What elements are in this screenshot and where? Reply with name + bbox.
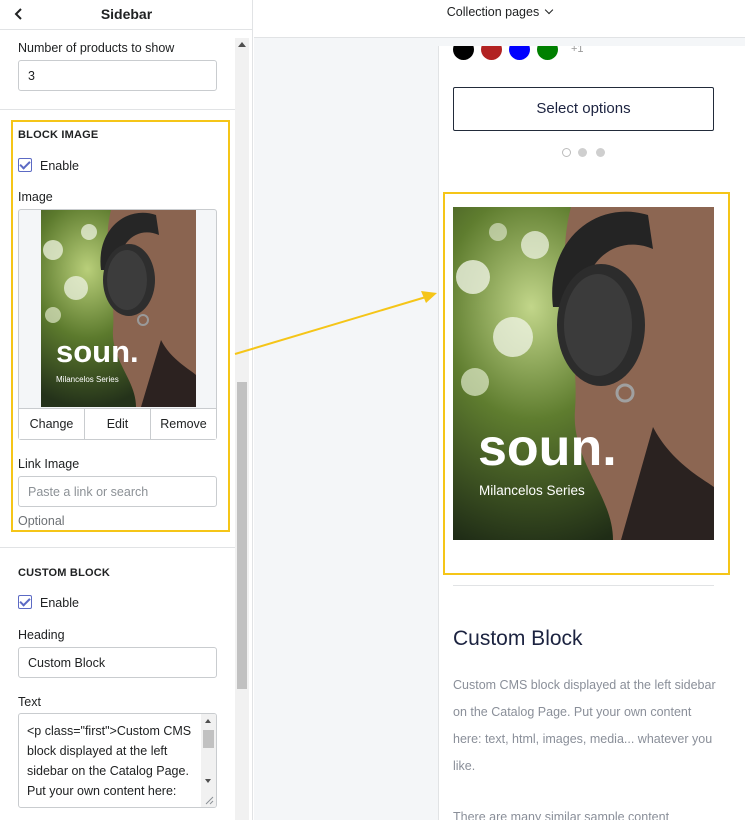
custom-block-heading: Custom Block [453,627,583,650]
more-swatches-count: +1 [571,46,584,55]
products-count-label: Number of products to show [18,41,175,55]
custom-block-enable-label: Enable [40,596,79,610]
text-label: Text [18,695,41,709]
resize-handle-icon[interactable] [205,796,214,805]
sidebar-scroll-thumb[interactable] [237,382,247,689]
sidebar-scrollbar[interactable] [235,38,249,820]
heading-label: Heading [18,628,65,642]
section-divider [0,547,235,548]
custom-block-enable-checkbox[interactable] [18,595,32,609]
page-selector-label: Collection pages [446,5,540,19]
custom-block-text: Custom CMS block displayed at the left s… [453,672,718,820]
color-swatch-red[interactable] [481,46,502,60]
preview-image-highlight [443,192,730,575]
theme-editor-sidebar: Sidebar Number of products to show 3 BLO… [0,0,253,820]
custom-block-paragraph-2: There are many similar sample content [453,810,670,820]
custom-block-paragraph: Custom CMS block displayed at the left s… [453,678,716,773]
scroll-down-icon[interactable] [205,779,211,783]
carousel-dot[interactable] [578,148,587,157]
carousel-dot[interactable] [596,148,605,157]
store-preview: Collection pages +1 Select options soun.… [254,0,745,820]
color-swatch-green[interactable] [537,46,558,60]
preview-header: Collection pages [254,0,745,38]
sidebar-header: Sidebar [0,0,252,30]
chevron-down-icon [544,5,554,15]
color-swatch-black[interactable] [453,46,474,60]
textarea-scrollbar[interactable] [201,714,216,807]
custom-block-title: CUSTOM BLOCK [18,567,111,579]
textarea-content: <p class="first">Custom CMS block displa… [27,724,192,798]
block-image-highlight [11,120,230,532]
carousel-dot[interactable] [562,148,571,157]
select-options-button[interactable]: Select options [453,87,714,131]
heading-input[interactable]: Custom Block [18,647,217,678]
color-swatch-blue[interactable] [509,46,530,60]
scroll-up-icon[interactable] [205,719,211,723]
textarea-scroll-thumb[interactable] [203,730,214,748]
scroll-up-icon[interactable] [238,42,246,47]
products-count-input[interactable]: 3 [18,60,217,91]
preview-divider [453,585,714,586]
page-selector[interactable]: Collection pages [254,5,745,19]
section-divider [0,109,235,110]
sidebar-title: Sidebar [100,6,153,22]
text-textarea[interactable]: <p class="first">Custom CMS block displa… [18,713,217,808]
